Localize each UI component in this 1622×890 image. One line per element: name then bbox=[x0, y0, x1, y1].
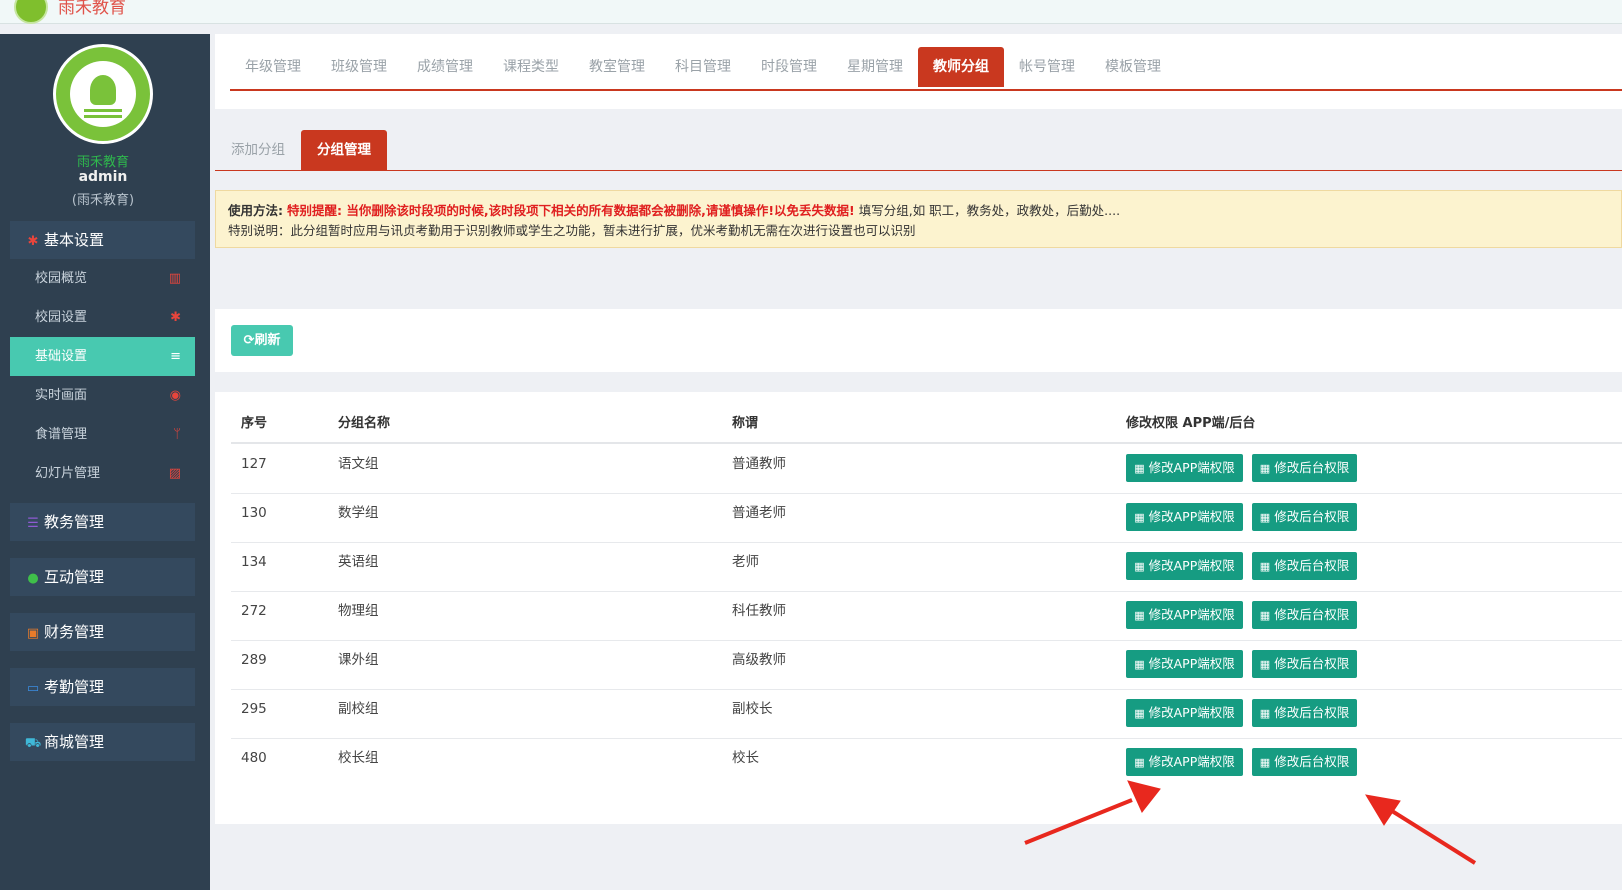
grid-icon: ▦ bbox=[1134, 511, 1145, 524]
sidebar-item-basic-settings[interactable]: 基础设置 ≡ bbox=[10, 337, 195, 376]
toolbar-panel: ⟳刷新 bbox=[215, 309, 1622, 372]
eye-icon: ◉ bbox=[169, 388, 181, 403]
grid-icon: ▦ bbox=[1134, 462, 1145, 475]
grid-icon: ▦ bbox=[1259, 707, 1271, 720]
notice-hint: 填写分组,如 职工，教务处，政教处，后勤处.... bbox=[858, 203, 1121, 218]
tab-template[interactable]: 模板管理 bbox=[1090, 47, 1176, 87]
edit-app-permission-button[interactable]: ▦ 修改APP端权限 bbox=[1126, 748, 1243, 776]
refresh-icon: ⟳ bbox=[243, 333, 255, 348]
tab-period[interactable]: 时段管理 bbox=[746, 47, 832, 87]
menu-group-academic[interactable]: ☰ 教务管理 bbox=[10, 503, 195, 541]
edit-admin-permission-button[interactable]: ▦ 修改后台权限 bbox=[1252, 552, 1357, 580]
tab-subject[interactable]: 科目管理 bbox=[660, 47, 746, 87]
table-row: 127 语文组 普通教师 ▦ 修改APP端权限 ▦ 修改后台权限 bbox=[231, 444, 1622, 494]
cart-icon: ⛟ bbox=[24, 736, 42, 751]
edit-admin-permission-button[interactable]: ▦ 修改后台权限 bbox=[1252, 748, 1357, 776]
edit-app-permission-button[interactable]: ▦ 修改APP端权限 bbox=[1126, 503, 1243, 531]
header-id: 序号 bbox=[241, 416, 268, 431]
sidebar-item-slides[interactable]: 幻灯片管理 ▨ bbox=[10, 454, 195, 493]
sidebar-item-recipe[interactable]: 食谱管理 ᛘ bbox=[10, 415, 195, 454]
header-actions: 修改权限 APP端/后台 bbox=[1126, 416, 1256, 431]
user-role: (雨禾教育) bbox=[71, 193, 135, 208]
table-row: 272 物理组 科任教师 ▦ 修改APP端权限 ▦ 修改后台权限 bbox=[231, 591, 1622, 641]
app-title: 雨禾教育 bbox=[58, 0, 126, 18]
group-table: 序号 分组名称 称谓 修改权限 APP端/后台 127 语文组 普通教师 ▦ 修改… bbox=[215, 392, 1622, 824]
edit-admin-permission-button[interactable]: ▦ 修改后台权限 bbox=[1252, 454, 1357, 482]
grid-icon: ▦ bbox=[1134, 560, 1145, 573]
edit-app-permission-button[interactable]: ▦ 修改APP端权限 bbox=[1126, 601, 1243, 629]
tab-teacher-group[interactable]: 教师分组 bbox=[918, 47, 1004, 87]
notice-warning: 特别提醒: 当你删除该时段项的时候,该时段项下相关的所有数据都会被删除,请谨慎操… bbox=[286, 203, 855, 218]
header-name: 分组名称 bbox=[338, 416, 391, 431]
tab-add-group[interactable]: 添加分组 bbox=[215, 130, 301, 170]
edit-app-permission-button[interactable]: ▦ 修改APP端权限 bbox=[1126, 552, 1243, 580]
tab-manage-group[interactable]: 分组管理 bbox=[301, 130, 387, 170]
image-icon: ▨ bbox=[168, 466, 181, 481]
card-icon: ▭ bbox=[26, 681, 40, 696]
grid-icon: ▦ bbox=[1259, 511, 1271, 524]
menu-head-basic[interactable]: ✱ 基本设置 bbox=[10, 221, 195, 259]
cutlery-icon: ᛘ bbox=[173, 427, 181, 442]
database-icon: ☰ bbox=[27, 516, 39, 531]
sidebar: 雨禾教育 admin (雨禾教育) ✱ 基本设置 校园概览 ▥ 校园设置 ✱ 基础… bbox=[0, 34, 210, 890]
notice-line2: 特别说明：此分组暂时应用与讯贞考勤用于识别教师或学生之功能，暂未进行扩展，优米考… bbox=[228, 223, 916, 238]
sidebar-item-campus-settings[interactable]: 校园设置 ✱ bbox=[10, 298, 195, 337]
edit-admin-permission-button[interactable]: ▦ 修改后台权限 bbox=[1252, 601, 1357, 629]
grid-icon: ▦ bbox=[1134, 707, 1145, 720]
tab-classroom[interactable]: 教室管理 bbox=[574, 47, 660, 87]
brand-name: 雨禾教育 bbox=[76, 155, 129, 170]
notice-box: 使用方法: 特别提醒: 当你删除该时段项的时候,该时段项下相关的所有数据都会被删… bbox=[215, 190, 1622, 248]
top-tabs-panel: 年级管理 班级管理 成绩管理 课程类型 教室管理 科目管理 时段管理 星期管理 … bbox=[215, 34, 1622, 109]
menu-group-mall[interactable]: ⛟ 商城管理 bbox=[10, 723, 195, 761]
table-row: 289 课外组 高级教师 ▦ 修改APP端权限 ▦ 修改后台权限 bbox=[231, 640, 1622, 690]
top-tabs: 年级管理 班级管理 成绩管理 课程类型 教室管理 科目管理 时段管理 星期管理 … bbox=[230, 47, 1622, 91]
tab-weekday[interactable]: 星期管理 bbox=[832, 47, 918, 87]
tab-account[interactable]: 帐号管理 bbox=[1004, 47, 1090, 87]
edit-app-permission-button[interactable]: ▦ 修改APP端权限 bbox=[1126, 454, 1243, 482]
top-bar: 雨禾教育 bbox=[0, 0, 1622, 24]
table-row: 130 数学组 普通老师 ▦ 修改APP端权限 ▦ 修改后台权限 bbox=[231, 493, 1622, 543]
grid-icon: ▦ bbox=[1134, 756, 1145, 769]
refresh-button[interactable]: ⟳刷新 bbox=[231, 325, 293, 356]
table-header: 序号 分组名称 称谓 修改权限 APP端/后台 bbox=[231, 406, 1622, 444]
sub-tabs: 添加分组 分组管理 bbox=[215, 130, 1622, 171]
list-icon: ≡ bbox=[170, 349, 181, 364]
grid-icon: ▦ bbox=[1259, 609, 1271, 622]
tab-class[interactable]: 班级管理 bbox=[316, 47, 402, 87]
table-row: 295 副校组 副校长 ▦ 修改APP端权限 ▦ 修改后台权限 bbox=[231, 689, 1622, 739]
user-name: admin bbox=[78, 169, 128, 185]
gear-icon: ✱ bbox=[27, 234, 39, 249]
bank-icon: ▥ bbox=[168, 271, 181, 286]
edit-app-permission-button[interactable]: ▦ 修改APP端权限 bbox=[1126, 699, 1243, 727]
wechat-icon: ● bbox=[27, 571, 39, 586]
money-icon: ▣ bbox=[26, 626, 40, 641]
grid-icon: ▦ bbox=[1259, 658, 1271, 671]
table-row: 134 英语组 老师 ▦ 修改APP端权限 ▦ 修改后台权限 bbox=[231, 542, 1622, 592]
header-title: 称谓 bbox=[732, 416, 759, 431]
grid-icon: ▦ bbox=[1259, 756, 1271, 769]
grid-icon: ▦ bbox=[1134, 609, 1145, 622]
tab-grade[interactable]: 年级管理 bbox=[230, 47, 316, 87]
app-logo-icon bbox=[14, 0, 48, 24]
grid-icon: ▦ bbox=[1259, 462, 1271, 475]
menu-group-basic: ✱ 基本设置 校园概览 ▥ 校园设置 ✱ 基础设置 ≡ 实时画面 ◉ 食谱管理 ᛘ… bbox=[10, 221, 195, 493]
menu-group-interaction[interactable]: ● 互动管理 bbox=[10, 558, 195, 596]
sidebar-item-campus-overview[interactable]: 校园概览 ▥ bbox=[10, 259, 195, 298]
grid-icon: ▦ bbox=[1134, 658, 1145, 671]
edit-admin-permission-button[interactable]: ▦ 修改后台权限 bbox=[1252, 699, 1357, 727]
menu-group-attendance[interactable]: ▭ 考勤管理 bbox=[10, 668, 195, 706]
table-row: 480 校长组 校长 ▦ 修改APP端权限 ▦ 修改后台权限 bbox=[231, 738, 1622, 787]
edit-admin-permission-button[interactable]: ▦ 修改后台权限 bbox=[1252, 650, 1357, 678]
brand-logo-icon bbox=[53, 44, 153, 144]
edit-admin-permission-button[interactable]: ▦ 修改后台权限 bbox=[1252, 503, 1357, 531]
gear-icon: ✱ bbox=[170, 310, 181, 325]
sidebar-item-live-view[interactable]: 实时画面 ◉ bbox=[10, 376, 195, 415]
tab-course-type[interactable]: 课程类型 bbox=[488, 47, 574, 87]
grid-icon: ▦ bbox=[1259, 560, 1271, 573]
edit-app-permission-button[interactable]: ▦ 修改APP端权限 bbox=[1126, 650, 1243, 678]
notice-label: 使用方法: bbox=[228, 203, 283, 218]
tab-score[interactable]: 成绩管理 bbox=[402, 47, 488, 87]
menu-group-finance[interactable]: ▣ 财务管理 bbox=[10, 613, 195, 651]
